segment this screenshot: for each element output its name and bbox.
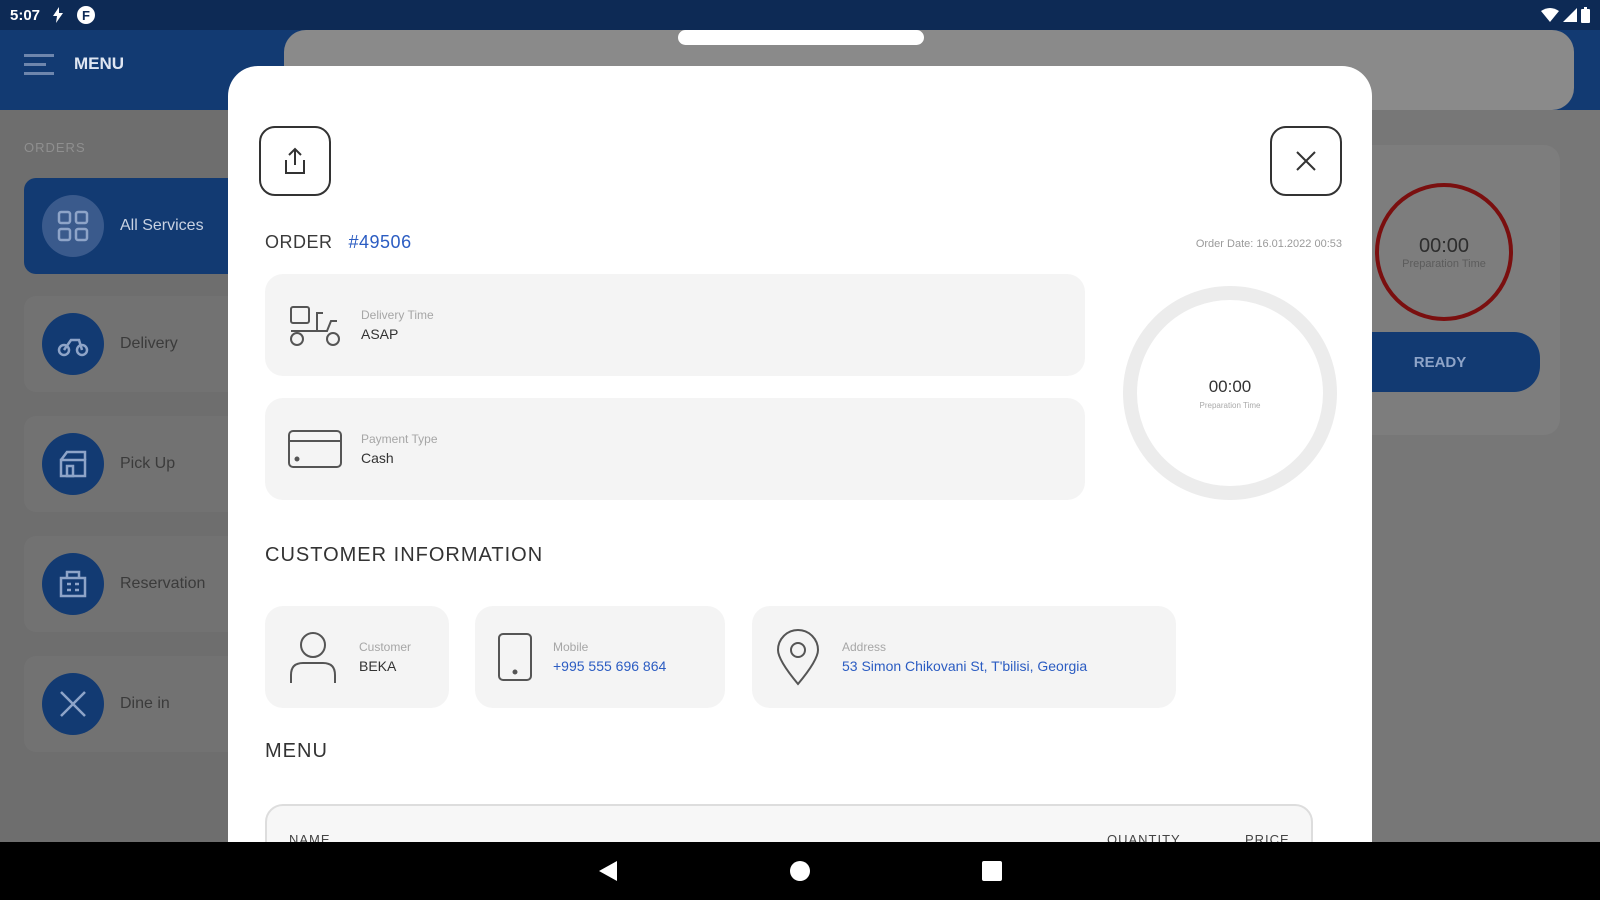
sidebar-item-label: Delivery xyxy=(120,335,178,352)
bolt-icon xyxy=(53,7,64,23)
payment-type-label: Payment Type xyxy=(361,432,438,446)
address-label: Address xyxy=(842,640,887,654)
delivery-time-label: Delivery Time xyxy=(361,308,434,322)
order-heading: ORDER #49506 xyxy=(265,232,412,253)
hamburger-icon xyxy=(24,54,54,75)
menu-section-title: MENU xyxy=(265,740,328,762)
phone-icon xyxy=(498,633,532,681)
order-card-timer-label: Preparation Time xyxy=(1402,257,1486,270)
address-link[interactable]: 53 Simon Chikovani St, T'bilisi, Georgia xyxy=(842,658,1087,674)
menu-table-header: NAME QUANTITY PRICE xyxy=(265,804,1313,842)
credit-card-icon xyxy=(288,430,342,468)
mobile-label: Mobile xyxy=(553,640,589,654)
order-details-modal: ORDER #49506 Order Date: 16.01.2022 00:5… xyxy=(228,66,1372,842)
sidebar-item-label: Dine in xyxy=(120,695,170,712)
order-card-timer-value: 00:00 xyxy=(1418,234,1470,257)
delivery-scooter-icon xyxy=(290,306,340,346)
mobile-card[interactable]: Mobile +995 555 696 864 xyxy=(475,606,725,708)
recents-icon[interactable] xyxy=(981,860,1003,882)
home-icon[interactable] xyxy=(789,860,811,882)
user-icon xyxy=(290,632,336,683)
delivery-time-value: ASAP xyxy=(361,326,399,342)
address-card[interactable]: Address 53 Simon Chikovani St, T'bilisi,… xyxy=(752,606,1176,708)
sheet-drag-handle[interactable] xyxy=(678,30,924,45)
close-icon xyxy=(1296,151,1316,171)
payment-type-card: Payment Type Cash xyxy=(265,398,1085,500)
store-icon xyxy=(42,433,104,495)
menu-toggle[interactable]: MENU xyxy=(24,52,124,76)
preparation-timer-label: Preparation Time xyxy=(1199,400,1261,410)
system-nav-bar xyxy=(0,842,1600,900)
order-date: Order Date: 16.01.2022 00:53 xyxy=(1195,238,1342,250)
location-pin-icon xyxy=(776,629,820,686)
status-time: 5:07 xyxy=(10,6,41,24)
order-card-timer: 00:00 Preparation Time xyxy=(1375,183,1513,321)
scooter-icon xyxy=(42,313,104,375)
wifi-icon xyxy=(1541,8,1559,22)
orders-label: ORDERS xyxy=(24,140,86,155)
status-bar: 5:07 F xyxy=(0,0,1600,30)
utensils-icon xyxy=(42,673,104,735)
share-icon xyxy=(285,147,305,174)
svg-text:F: F xyxy=(82,8,90,23)
customer-value: BEKA xyxy=(359,658,397,674)
order-number: #49506 xyxy=(348,232,412,252)
grid-icon xyxy=(42,195,104,257)
column-quantity: QUANTITY xyxy=(1107,832,1181,842)
share-button[interactable] xyxy=(259,126,331,196)
delivery-time-card: Delivery Time ASAP xyxy=(265,274,1085,376)
customer-card: Customer BEKA xyxy=(265,606,449,708)
mobile-link[interactable]: +995 555 696 864 xyxy=(553,658,666,674)
customer-information-title: CUSTOMER INFORMATION xyxy=(265,544,544,566)
signal-icon xyxy=(1563,8,1577,22)
sidebar-item-label: Reservation xyxy=(120,575,206,592)
menu-label: MENU xyxy=(74,54,125,73)
column-name: NAME xyxy=(289,832,331,842)
sidebar-item-label: All Services xyxy=(120,217,204,234)
customer-label: Customer xyxy=(359,640,412,654)
close-button[interactable] xyxy=(1270,126,1342,196)
order-label: ORDER xyxy=(265,232,333,252)
preparation-timer-value: 00:00 xyxy=(1208,376,1252,396)
battery-icon xyxy=(1581,7,1590,23)
back-icon[interactable] xyxy=(597,859,619,883)
building-icon xyxy=(42,553,104,615)
payment-type-value: Cash xyxy=(361,450,394,466)
preparation-timer: 00:00 Preparation Time xyxy=(1123,286,1337,500)
column-price: PRICE xyxy=(1245,832,1290,842)
app-notification-icon: F xyxy=(77,6,96,24)
sidebar-item-label: Pick Up xyxy=(120,455,176,472)
